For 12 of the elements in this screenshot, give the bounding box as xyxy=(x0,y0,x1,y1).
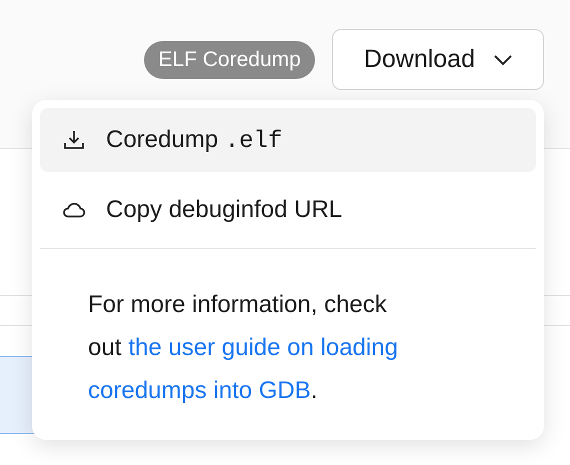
menu-item[interactable]: Copy debuginfod URL xyxy=(40,178,536,242)
format-badge: ELF Coredump xyxy=(144,40,315,78)
info-text: out xyxy=(88,333,122,363)
download-icon xyxy=(62,129,86,151)
info-text: For more information, check xyxy=(88,290,387,320)
download-button[interactable]: Download xyxy=(332,29,544,90)
cloud-icon xyxy=(62,202,86,218)
user-guide-link[interactable]: the user guide on loading xyxy=(128,326,398,369)
user-guide-link[interactable]: coredumps into GDB xyxy=(88,369,311,412)
menu-item[interactable]: Coredump .elf xyxy=(40,108,536,172)
info-text: . xyxy=(310,376,318,406)
chevron-icon xyxy=(493,54,513,66)
